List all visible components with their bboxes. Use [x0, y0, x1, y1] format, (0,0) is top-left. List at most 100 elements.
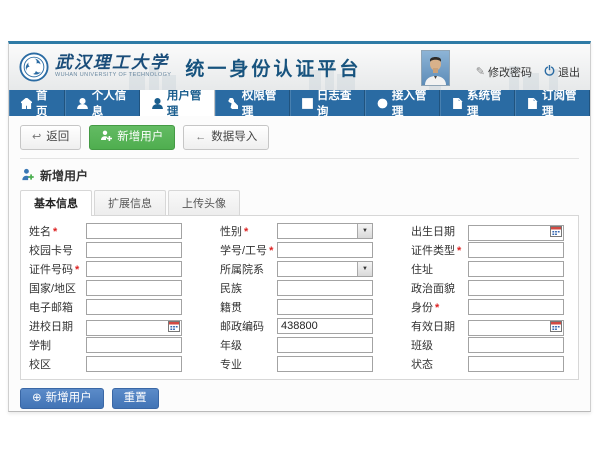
- identity-field: 身份*: [411, 299, 564, 315]
- major-input[interactable]: [277, 356, 373, 372]
- nav-item-home[interactable]: 首页: [9, 90, 65, 116]
- postal-code-input[interactable]: [277, 318, 373, 334]
- logout-link[interactable]: 退出: [544, 64, 580, 80]
- required-mark: *: [75, 264, 79, 276]
- address-input[interactable]: [468, 261, 564, 277]
- reset-button[interactable]: 重置: [112, 388, 159, 409]
- campus-input[interactable]: [86, 356, 182, 372]
- main-nav: 首页 个人信息 用户管理 权限管理 日志查询 接入管理: [9, 90, 590, 116]
- data-import-button[interactable]: ← 数据导入: [183, 125, 269, 150]
- gender-field: 性别* ▼: [220, 223, 373, 239]
- field-label: 校园卡号: [29, 245, 73, 257]
- toolbar: ↩ 返回 新增用户 ← 数据导入: [20, 116, 579, 159]
- id-number-input[interactable]: [86, 261, 182, 277]
- nav-item-access-management[interactable]: 接入管理: [365, 90, 440, 116]
- form-grid: 姓名* 性别* ▼ 出生日期 校园卡号: [29, 223, 570, 372]
- log-check-icon: [302, 98, 313, 109]
- back-label: 返回: [46, 131, 69, 144]
- ethnicity-input[interactable]: [277, 280, 373, 296]
- basic-info-panel: 姓名* 性别* ▼ 出生日期 校园卡号: [20, 215, 579, 380]
- change-password-label: 修改密码: [488, 64, 532, 80]
- calendar-icon[interactable]: [168, 320, 180, 332]
- nav-item-log-query[interactable]: 日志查询: [290, 90, 365, 116]
- nav-label: 首页: [36, 87, 53, 119]
- gender-select[interactable]: ▼: [277, 223, 373, 239]
- platform-title: 统一身份认证平台: [185, 54, 361, 81]
- nav-label: 日志查询: [317, 87, 353, 119]
- nav-label: 订阅管理: [542, 87, 578, 119]
- nav-item-user-management[interactable]: 用户管理: [140, 90, 215, 116]
- app-window: 武汉理工大学 WUHAN UNIVERSITY OF TECHNOLOGY 统一…: [8, 41, 591, 412]
- nav-label: 个人信息: [92, 87, 128, 119]
- app-header: 武汉理工大学 WUHAN UNIVERSITY OF TECHNOLOGY 统一…: [9, 44, 590, 90]
- name-input[interactable]: [86, 223, 182, 239]
- id-type-input[interactable]: [468, 242, 564, 258]
- change-password-link[interactable]: ✎ 修改密码: [476, 64, 532, 80]
- field-label: 所属院系: [220, 264, 264, 276]
- country-region-field: 国家/地区: [29, 280, 182, 296]
- nav-label: 接入管理: [392, 87, 428, 119]
- department-select[interactable]: ▼: [277, 261, 373, 277]
- field-label: 学制: [29, 340, 51, 352]
- key-icon: [227, 98, 238, 109]
- add-user-icon: [22, 168, 35, 184]
- calendar-icon[interactable]: [550, 225, 562, 237]
- status-field: 状态: [411, 356, 564, 372]
- schooling-length-input[interactable]: [86, 337, 182, 353]
- university-logo-icon: [19, 52, 49, 82]
- brand-text: 武汉理工大学 WUHAN UNIVERSITY OF TECHNOLOGY: [55, 55, 171, 79]
- identity-input[interactable]: [468, 299, 564, 315]
- field-label: 出生日期: [411, 226, 455, 238]
- grade-input[interactable]: [277, 337, 373, 353]
- user-plus-icon: [101, 130, 112, 145]
- back-arrow-icon: ↩: [32, 132, 41, 143]
- reset-label: 重置: [124, 392, 147, 405]
- grade-field: 年级: [220, 337, 373, 353]
- user-icon: [77, 98, 88, 109]
- nav-item-system-management[interactable]: 系统管理: [440, 90, 515, 116]
- submit-label: 新增用户: [46, 392, 92, 405]
- political-status-input[interactable]: [468, 280, 564, 296]
- add-user-label: 新增用户: [117, 131, 163, 144]
- university-name-cn: 武汉理工大学: [55, 55, 171, 72]
- tab-extended-info[interactable]: 扩展信息: [94, 190, 166, 215]
- back-button[interactable]: ↩ 返回: [20, 125, 81, 150]
- required-mark: *: [457, 245, 461, 257]
- email-input[interactable]: [86, 299, 182, 315]
- field-label: 校区: [29, 359, 51, 371]
- address-field: 住址: [411, 261, 564, 277]
- nav-item-personal-info[interactable]: 个人信息: [65, 90, 140, 116]
- nav-item-permission-management[interactable]: 权限管理: [215, 90, 290, 116]
- political-status-field: 政治面貌: [411, 280, 564, 296]
- nav-item-subscription-management[interactable]: 订阅管理: [515, 90, 590, 116]
- campus-card-input[interactable]: [86, 242, 182, 258]
- native-place-field: 籍贯: [220, 299, 373, 315]
- id-type-field: 证件类型*: [411, 242, 564, 258]
- calendar-icon[interactable]: [550, 320, 562, 332]
- class-input[interactable]: [468, 337, 564, 353]
- field-label: 民族: [220, 283, 242, 295]
- field-label: 专业: [220, 359, 242, 371]
- header-user-area: ✎ 修改密码 退出: [421, 50, 580, 86]
- data-import-label: 数据导入: [211, 131, 257, 144]
- field-label: 有效日期: [411, 321, 455, 333]
- power-icon: [544, 65, 555, 79]
- field-label: 电子邮箱: [29, 302, 73, 314]
- plug-icon: [377, 98, 388, 109]
- native-place-input[interactable]: [277, 299, 373, 315]
- section-title: 新增用户: [20, 159, 579, 190]
- schooling-length-field: 学制: [29, 337, 182, 353]
- field-label: 籍贯: [220, 302, 242, 314]
- import-arrow-icon: ←: [195, 132, 206, 143]
- add-user-toolbar-button[interactable]: 新增用户: [89, 125, 175, 150]
- screenshot-canvas: 武汉理工大学 WUHAN UNIVERSITY OF TECHNOLOGY 统一…: [0, 0, 600, 450]
- country-region-input[interactable]: [86, 280, 182, 296]
- home-icon: [21, 98, 32, 109]
- student-id-input[interactable]: [277, 242, 373, 258]
- tab-upload-avatar[interactable]: 上传头像: [168, 190, 240, 215]
- tab-basic-info[interactable]: 基本信息: [20, 190, 92, 215]
- status-input[interactable]: [468, 356, 564, 372]
- submit-add-user-button[interactable]: ⊕ 新增用户: [20, 388, 104, 409]
- plus-circle-icon: ⊕: [32, 392, 42, 405]
- university-name-en: WUHAN UNIVERSITY OF TECHNOLOGY: [55, 72, 171, 79]
